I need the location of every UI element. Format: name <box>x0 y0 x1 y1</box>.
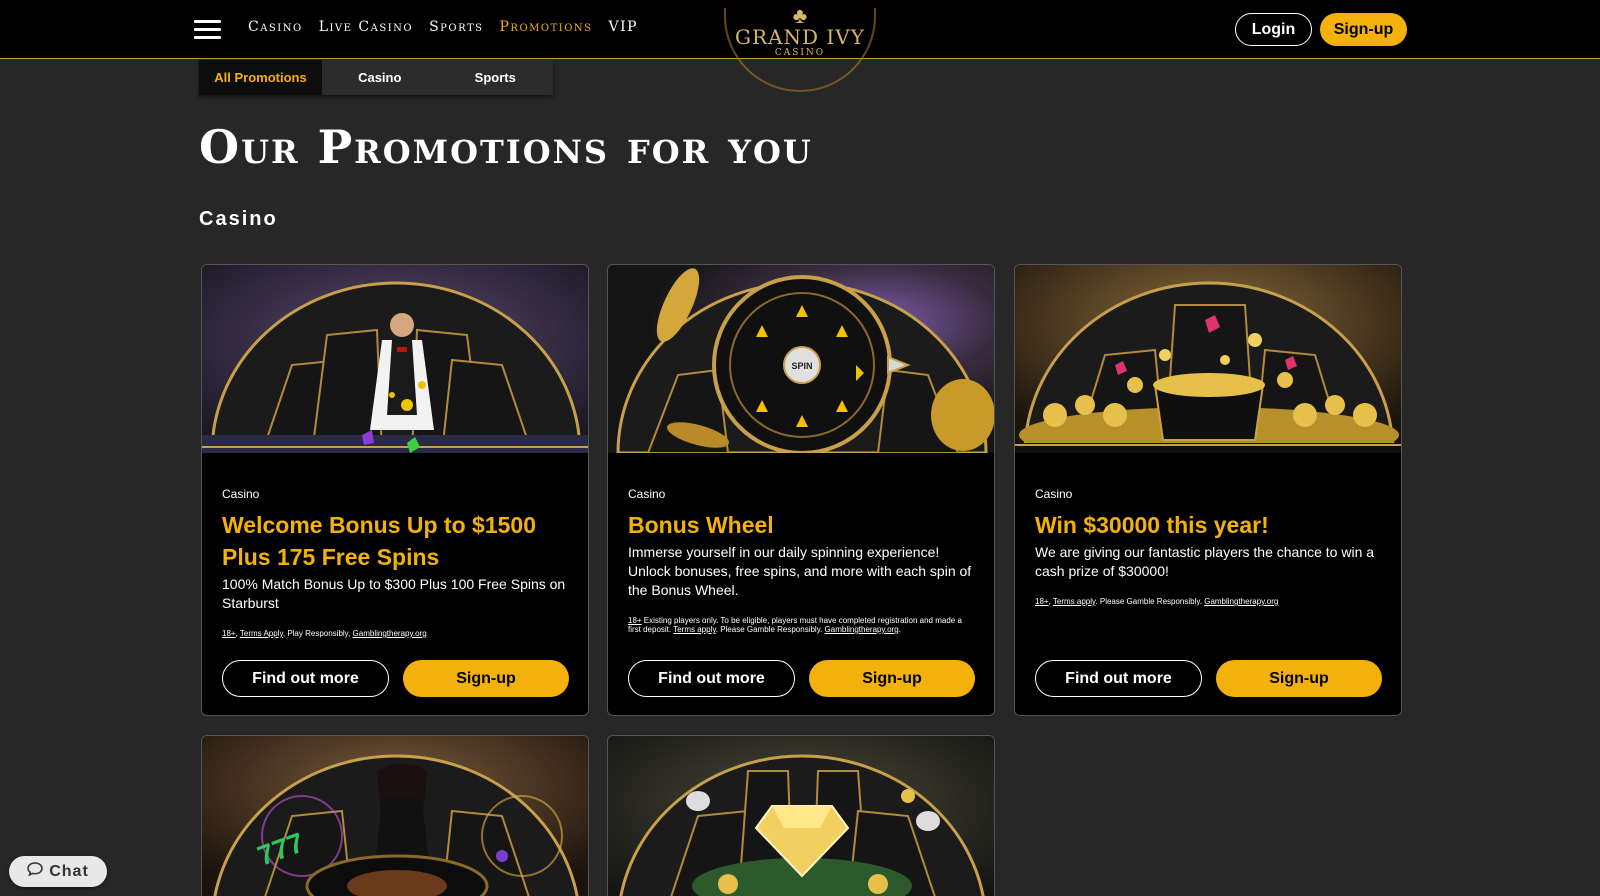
card-description: 100% Match Bonus Up to $300 Plus 100 Fre… <box>222 576 566 611</box>
card-category: Casino <box>628 487 666 501</box>
card-description: We are giving our fantastic players the … <box>1035 544 1375 579</box>
find-out-more-button[interactable]: Find out more <box>628 660 795 697</box>
promo-card-bonus-wheel: SPIN Casino Bonus Wheel Immerse yourself… <box>607 264 995 716</box>
page-title: Our Promotions for you <box>199 120 813 174</box>
card-body: Casino Bonus Wheel Immerse yourself in o… <box>608 487 994 634</box>
card-terms: 18+, Terms apply. Please Gamble Responsi… <box>1035 597 1279 606</box>
terms-link[interactable]: Terms Apply <box>240 629 283 638</box>
logo-arc <box>724 8 876 92</box>
promo-image-live-dealer <box>202 265 588 453</box>
chat-label: Chat <box>49 862 89 880</box>
card-actions: Find out more Sign-up <box>222 660 569 697</box>
card-terms: 18+, Terms Apply, Play Responsibly, Gamb… <box>222 629 427 638</box>
find-out-more-button[interactable]: Find out more <box>1035 660 1202 697</box>
nav-promotions[interactable]: Promotions <box>500 19 593 35</box>
promo-image-diamond <box>608 736 994 896</box>
terms-link[interactable]: Terms apply <box>673 625 716 634</box>
age-restriction: 18+ <box>1035 597 1049 606</box>
main-nav: Casino Live Casino Sports Promotions VIP <box>248 19 638 35</box>
promo-card-diamond <box>607 735 995 896</box>
promo-card-win-30000: Casino Win $30000 this year! We are givi… <box>1014 264 1402 716</box>
card-signup-button[interactable]: Sign-up <box>809 660 975 697</box>
top-header: Casino Live Casino Sports Promotions VIP… <box>0 0 1600 92</box>
terms-text: , Play Responsibly, <box>282 629 353 638</box>
menu-icon[interactable] <box>194 20 221 40</box>
age-restriction: 18+ <box>222 629 236 638</box>
promo-card-welcome-bonus: Casino Welcome Bonus Up to $1500 Plus 17… <box>201 264 589 716</box>
age-restriction: 18+ <box>628 616 642 625</box>
nav-casino[interactable]: Casino <box>248 19 303 35</box>
card-terms: 18+ Existing players only. To be eligibl… <box>628 616 974 634</box>
login-button[interactable]: Login <box>1235 13 1312 46</box>
card-signup-button[interactable]: Sign-up <box>1216 660 1382 697</box>
card-body: Casino Win $30000 this year! We are givi… <box>1015 487 1401 606</box>
card-title: Bonus Wheel <box>628 512 774 538</box>
nav-live-casino[interactable]: Live Casino <box>319 19 413 35</box>
card-signup-button[interactable]: Sign-up <box>403 660 569 697</box>
tab-all-promotions[interactable]: All Promotions <box>199 60 322 95</box>
terms-text: . Please Gamble Responsibly. <box>715 625 825 634</box>
card-actions: Find out more Sign-up <box>628 660 975 697</box>
gamblingtherapy-link[interactable]: Gamblingtherapy.org <box>1204 597 1278 606</box>
tab-casino[interactable]: Casino <box>322 60 438 95</box>
card-title: Win $30000 this year! <box>1035 512 1269 538</box>
gamblingtherapy-link[interactable]: Gamblingtherapy.org <box>353 629 427 638</box>
promotion-filter-tabs: All Promotions Casino Sports <box>199 60 553 95</box>
terms-end: . <box>898 625 901 634</box>
speech-bubble-icon <box>27 862 43 881</box>
chat-button[interactable]: Chat <box>9 856 107 887</box>
terms-text: . Please Gamble Responsibly. <box>1095 597 1205 606</box>
card-title: Welcome Bonus Up to $1500 Plus 175 Free … <box>222 512 536 570</box>
gamblingtherapy-link[interactable]: Gamblingtherapy.org <box>825 625 899 634</box>
promo-image-bonus-wheel: SPIN <box>608 265 994 453</box>
promo-card-roulette: 777 <box>201 735 589 896</box>
promo-image-roulette-dealer: 777 <box>202 736 588 896</box>
card-category: Casino <box>1035 487 1073 501</box>
card-category: Casino <box>222 487 260 501</box>
tab-sports[interactable]: Sports <box>438 60 554 95</box>
card-description: Immerse yourself in our daily spinning e… <box>628 544 972 598</box>
section-title: Casino <box>199 208 278 230</box>
spin-label: SPIN <box>791 361 812 371</box>
nav-sports[interactable]: Sports <box>429 19 483 35</box>
card-actions: Find out more Sign-up <box>1035 660 1382 697</box>
nav-vip[interactable]: VIP <box>609 19 639 35</box>
find-out-more-button[interactable]: Find out more <box>222 660 389 697</box>
signup-button[interactable]: Sign-up <box>1320 13 1407 46</box>
terms-link[interactable]: Terms apply <box>1053 597 1096 606</box>
promo-image-gold-pot <box>1015 265 1401 453</box>
grand-ivy-logo[interactable]: ♣ GRAND IVY CASINO <box>718 5 882 92</box>
card-body: Casino Welcome Bonus Up to $1500 Plus 17… <box>202 487 588 638</box>
